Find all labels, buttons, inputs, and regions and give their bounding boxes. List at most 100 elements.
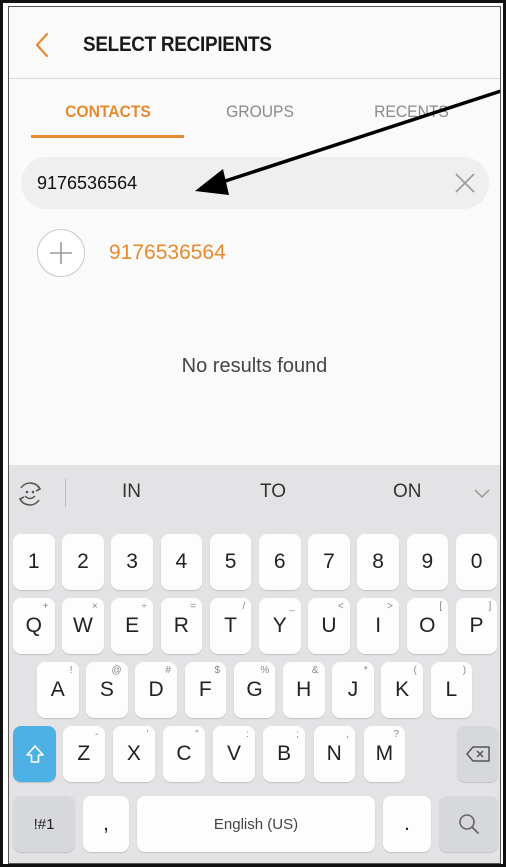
recipient-search-input[interactable] bbox=[37, 157, 437, 209]
key-g[interactable]: G% bbox=[233, 662, 276, 718]
suggestion-bar: IN TO ON bbox=[9, 465, 500, 521]
key-label: 1 bbox=[27, 550, 40, 573]
key-n[interactable]: N, bbox=[313, 726, 355, 782]
key-label: V bbox=[227, 742, 242, 765]
key-label: K bbox=[395, 678, 410, 701]
key-hint: ) bbox=[462, 665, 467, 676]
period-key[interactable]: . bbox=[383, 796, 431, 852]
key-6[interactable]: 6 bbox=[259, 534, 301, 590]
key-hint: ; bbox=[296, 729, 299, 740]
key-w[interactable]: W × bbox=[62, 598, 104, 654]
key-k[interactable]: K( bbox=[381, 662, 423, 718]
key-p[interactable]: P] bbox=[455, 598, 498, 654]
key-hint: % bbox=[260, 665, 270, 676]
shift-key[interactable] bbox=[13, 726, 56, 782]
backspace-key[interactable] bbox=[457, 726, 498, 782]
key-label: W bbox=[73, 614, 93, 637]
key-d[interactable]: D # bbox=[135, 662, 177, 718]
key-m[interactable]: M? bbox=[363, 726, 406, 782]
add-button[interactable] bbox=[37, 229, 85, 277]
close-icon bbox=[455, 173, 475, 193]
key-label: Q bbox=[25, 614, 42, 637]
app-header: SELECT RECIPIENTS bbox=[9, 7, 500, 85]
tab-recents[interactable]: RECENTS bbox=[354, 87, 469, 137]
key-hint: ! bbox=[69, 665, 73, 676]
plus-icon bbox=[50, 242, 72, 264]
key-label: X bbox=[126, 742, 141, 765]
key-s[interactable]: S @ bbox=[86, 662, 128, 718]
key-b[interactable]: B; bbox=[263, 726, 305, 782]
back-button[interactable] bbox=[27, 27, 57, 63]
suggestion-2[interactable]: TO bbox=[260, 481, 286, 503]
key-7[interactable]: 7 bbox=[308, 534, 350, 590]
key-v[interactable]: V: bbox=[213, 726, 255, 782]
key-label: 5 bbox=[224, 550, 237, 573]
chevron-down-icon[interactable] bbox=[472, 487, 492, 501]
clear-search-button[interactable] bbox=[449, 167, 481, 199]
suggestion-3[interactable]: ON bbox=[393, 481, 422, 503]
key-label: F bbox=[198, 678, 212, 701]
key-3[interactable]: 3 bbox=[111, 534, 153, 590]
key-hint: , bbox=[346, 729, 349, 740]
key-hint: < bbox=[337, 601, 344, 612]
key-a[interactable]: A! bbox=[37, 662, 79, 718]
key-x[interactable]: X ' bbox=[113, 726, 155, 782]
key-hint: - bbox=[95, 729, 99, 740]
key-label: Z bbox=[77, 742, 91, 765]
key-label: 2 bbox=[77, 550, 89, 573]
key-label: N bbox=[326, 742, 342, 765]
search-key[interactable] bbox=[439, 796, 498, 852]
key-y[interactable]: Y _ bbox=[259, 598, 301, 654]
key-hint: : bbox=[246, 729, 249, 740]
key-hint: > bbox=[387, 601, 393, 612]
add-number-row[interactable]: 9176536564 bbox=[37, 229, 477, 279]
symbols-key[interactable]: !#1 bbox=[13, 796, 75, 852]
key-u[interactable]: U < bbox=[308, 598, 350, 654]
key-label: U bbox=[321, 614, 337, 637]
key-j[interactable]: J * bbox=[332, 662, 374, 718]
key-1[interactable]: 1 bbox=[13, 534, 55, 590]
key-4[interactable]: 4 bbox=[160, 534, 203, 590]
key-hint: + bbox=[42, 601, 49, 612]
tab-contacts[interactable]: CONTACTS bbox=[39, 87, 177, 137]
key-9[interactable]: 9 bbox=[406, 534, 449, 590]
key-hint: # bbox=[165, 665, 171, 676]
key-i[interactable]: I > bbox=[357, 598, 399, 654]
key-label: P bbox=[469, 614, 484, 637]
comma-key[interactable]: , bbox=[83, 796, 129, 852]
key-label: 7 bbox=[323, 550, 335, 573]
key-2[interactable]: 2 bbox=[62, 534, 104, 590]
suggestion-1[interactable]: IN bbox=[122, 481, 141, 503]
key-label: 3 bbox=[126, 550, 138, 573]
key-label: O bbox=[419, 614, 436, 637]
key-c[interactable]: C " bbox=[163, 726, 205, 782]
search-icon bbox=[458, 814, 479, 834]
key-hint: = bbox=[190, 601, 197, 612]
key-e[interactable]: E ÷ bbox=[111, 598, 153, 654]
key-t[interactable]: T / bbox=[209, 598, 252, 654]
space-key[interactable]: English (US) bbox=[137, 796, 375, 852]
key-f[interactable]: F $ bbox=[184, 662, 227, 718]
key-label: G bbox=[246, 678, 263, 701]
shift-arrow-icon bbox=[25, 745, 44, 763]
emoji-rotate-icon[interactable] bbox=[15, 479, 45, 509]
key-0[interactable]: 0 bbox=[455, 534, 498, 590]
app-screen: SELECT RECIPIENTS CONTACTS GROUPS RECENT… bbox=[8, 6, 501, 864]
key-r[interactable]: R = bbox=[160, 598, 203, 654]
key-l[interactable]: L) bbox=[430, 662, 473, 718]
key-8[interactable]: 8 bbox=[357, 534, 399, 590]
key-q[interactable]: Q + bbox=[13, 598, 55, 654]
tab-groups[interactable]: GROUPS bbox=[209, 87, 310, 137]
key-label: 6 bbox=[273, 550, 286, 573]
key-label: A bbox=[50, 678, 65, 701]
suggestion-divider bbox=[65, 479, 66, 507]
key-z[interactable]: Z- bbox=[63, 726, 105, 782]
header-divider bbox=[9, 78, 500, 79]
key-hint: × bbox=[91, 601, 98, 612]
key-hint: ÷ bbox=[141, 601, 147, 612]
key-hint: ( bbox=[413, 665, 417, 676]
key-hint: [ bbox=[439, 601, 443, 612]
key-o[interactable]: O[ bbox=[406, 598, 449, 654]
key-h[interactable]: H & bbox=[283, 662, 325, 718]
key-5[interactable]: 5 bbox=[209, 534, 252, 590]
